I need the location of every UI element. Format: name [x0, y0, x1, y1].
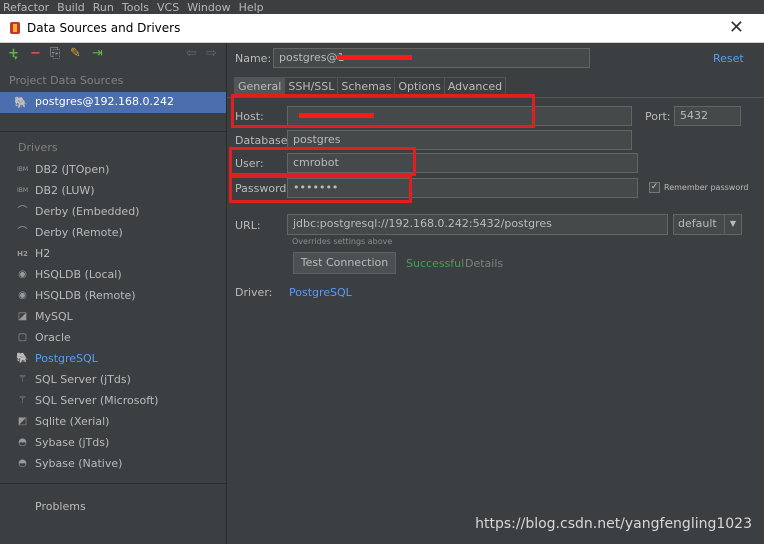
- app-icon: [10, 22, 20, 34]
- url-field[interactable]: jdbc:postgresql://192.168.0.242:5432/pos…: [287, 214, 668, 235]
- driver-item-hsqldb-local[interactable]: ◉ HSQLDB (Local): [0, 265, 226, 286]
- ibm-icon: IBM: [16, 166, 29, 173]
- menu-help[interactable]: Help: [239, 1, 264, 14]
- driver-item-derby-embedded[interactable]: ⌒ Derby (Embedded): [0, 202, 226, 223]
- driver-item-sybase-jtds[interactable]: ◓ Sybase (jTds): [0, 433, 226, 454]
- hsqldb-icon: ◉: [18, 269, 27, 280]
- derby-hat-icon: ⌒: [17, 227, 28, 238]
- menu-window[interactable]: Window: [187, 1, 230, 14]
- menu-vcs[interactable]: VCS: [157, 1, 179, 14]
- driver-item-sqlite[interactable]: ◩ Sqlite (Xerial): [0, 412, 226, 433]
- driver-item-h2[interactable]: H2 H2: [0, 244, 226, 265]
- dialog-title: Data Sources and Drivers: [27, 21, 181, 35]
- sqlite-icon: ◩: [17, 416, 28, 427]
- sybase-icon: ◓: [18, 437, 27, 448]
- menu-tools[interactable]: Tools: [122, 1, 149, 14]
- driver-item-db2-jtopen[interactable]: IBM DB2 (JTOpen): [0, 160, 226, 181]
- remember-password-label: Remember password: [664, 183, 749, 192]
- name-field[interactable]: postgres@1: [273, 48, 590, 68]
- add-dropdown-icon[interactable]: ▾: [14, 54, 18, 62]
- url-label: URL:: [235, 219, 261, 232]
- highlight-box-host: [231, 94, 535, 128]
- menu-run[interactable]: Run: [93, 1, 114, 14]
- driver-item-db2-luw[interactable]: IBM DB2 (LUW): [0, 181, 226, 202]
- details-link[interactable]: Details: [465, 257, 503, 270]
- driver-item-sybase-native[interactable]: ◓ Sybase (Native): [0, 454, 226, 475]
- redaction-mark: [337, 55, 412, 60]
- url-hint: Overrides settings above: [292, 237, 393, 246]
- derby-hat-icon: ⌒: [17, 206, 28, 217]
- divider: [0, 131, 226, 132]
- menu-build[interactable]: Build: [57, 1, 85, 14]
- hsqldb-icon: ◉: [18, 290, 27, 301]
- driver-label: Driver:: [235, 286, 273, 299]
- highlight-box-user: [229, 147, 416, 176]
- test-connection-button[interactable]: Test Connection: [293, 252, 396, 274]
- remember-password-checkbox[interactable]: ✓: [649, 182, 660, 193]
- menu-refactor[interactable]: Refactor: [3, 1, 49, 14]
- driver-item-derby-remote[interactable]: ⌒ Derby (Remote): [0, 223, 226, 244]
- mysql-icon: ◪: [17, 311, 28, 322]
- test-status: Successful: [406, 257, 465, 270]
- drivers-label: Drivers: [18, 141, 58, 154]
- forward-arrow-icon[interactable]: ⇨: [206, 46, 217, 61]
- name-label: Name:: [235, 52, 272, 65]
- driver-item-postgresql[interactable]: 🐘 PostgreSQL: [0, 349, 226, 370]
- back-arrow-icon[interactable]: ⇦: [186, 46, 197, 61]
- configure-icon[interactable]: ✎: [70, 46, 81, 61]
- port-field[interactable]: 5432: [674, 106, 741, 126]
- postgres-icon: 🐘: [14, 96, 28, 109]
- driver-item-hsqldb-remote[interactable]: ◉ HSQLDB (Remote): [0, 286, 226, 307]
- h2-icon: H2: [17, 250, 28, 258]
- postgres-icon: 🐘: [16, 353, 29, 364]
- sqlserver-icon: ⚚: [18, 374, 27, 385]
- sybase-icon: ◓: [18, 458, 27, 469]
- oracle-icon: ▢: [17, 332, 28, 343]
- left-panel: + ▾ − ⎘ ✎ ⇥ ⇦ ⇨ Project Data Sources 🐘 p…: [0, 43, 227, 544]
- remove-icon[interactable]: −: [30, 46, 41, 61]
- menu-bar: Refactor Build Run Tools VCS Window Help: [0, 0, 764, 14]
- port-label: Port:: [645, 110, 671, 123]
- url-mode-select[interactable]: default ▼: [673, 214, 742, 235]
- right-panel: Name: postgres@1 Reset General SSH/SSL Sch…: [227, 43, 764, 544]
- dialog-title-bar: Data Sources and Drivers ✕: [0, 14, 764, 43]
- sqlserver-icon: ⚚: [18, 395, 27, 406]
- watermark: https://blog.csdn.net/yangfengling1023: [475, 516, 752, 532]
- close-icon[interactable]: ✕: [729, 17, 744, 38]
- highlight-box-password: [229, 175, 412, 203]
- chevron-down-icon: ▼: [724, 215, 741, 233]
- ibm-icon: IBM: [16, 187, 29, 194]
- divider: [0, 483, 226, 484]
- project-data-sources-label: Project Data Sources: [9, 74, 124, 87]
- datasource-label: postgres@192.168.0.242: [35, 95, 174, 108]
- datasource-item[interactable]: 🐘 postgres@192.168.0.242: [0, 92, 226, 113]
- import-icon[interactable]: ⇥: [92, 46, 103, 61]
- driver-item-mysql[interactable]: ◪ MySQL: [0, 307, 226, 328]
- problems-item[interactable]: Problems: [35, 500, 86, 513]
- left-toolbar: + ▾ − ⎘ ✎ ⇥ ⇦ ⇨: [0, 43, 226, 65]
- database-label: Database:: [235, 134, 292, 147]
- copy-icon[interactable]: ⎘: [50, 46, 60, 61]
- driver-item-oracle[interactable]: ▢ Oracle: [0, 328, 226, 349]
- driver-link[interactable]: PostgreSQL: [289, 286, 352, 299]
- reset-link[interactable]: Reset: [713, 52, 744, 65]
- driver-item-sqlserver-microsoft[interactable]: ⚚ SQL Server (Microsoft): [0, 391, 226, 412]
- driver-item-sqlserver-jtds[interactable]: ⚚ SQL Server (jTds): [0, 370, 226, 391]
